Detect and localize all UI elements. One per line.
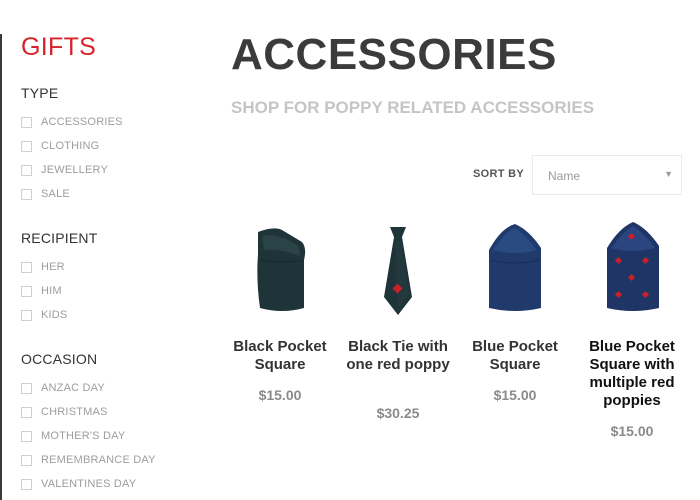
- filter-label: CHRISTMAS: [41, 406, 108, 418]
- checkbox[interactable]: [21, 406, 32, 418]
- sort-by-label: SORT BY: [473, 168, 524, 180]
- filter-label: REMEMBRANCE DAY: [41, 454, 156, 466]
- checkbox[interactable]: [21, 285, 32, 297]
- product-card-blue-poppy-pocket-square[interactable]: Blue Pocket Square with multiple red pop…: [577, 215, 687, 450]
- filter-option-accessories[interactable]: ACCESSORIES: [21, 115, 123, 129]
- filter-heading-type: TYPE: [21, 85, 59, 101]
- filter-label: MOTHER'S DAY: [41, 430, 126, 442]
- blue-poppy-pocket-square-image[interactable]: [599, 220, 665, 320]
- filter-option-clothing[interactable]: CLOTHING: [21, 139, 99, 153]
- left-edge-divider: [0, 34, 2, 500]
- filter-label: HIM: [41, 285, 62, 297]
- filter-option-sale[interactable]: SALE: [21, 187, 70, 201]
- checkbox[interactable]: [21, 430, 32, 442]
- product-name[interactable]: Black Tie with one red poppy: [343, 338, 453, 374]
- product-card-black-pocket-square[interactable]: Black Pocket Square $15.00: [225, 215, 335, 410]
- filter-label: VALENTINES DAY: [41, 478, 137, 490]
- checkbox[interactable]: [21, 116, 32, 128]
- checkbox[interactable]: [21, 164, 32, 176]
- filter-label: ACCESSORIES: [41, 116, 123, 128]
- page-subtitle: SHOP FOR POPPY RELATED ACCESSORIES: [231, 98, 595, 117]
- filter-option-kids[interactable]: KIDS: [21, 308, 67, 322]
- filter-label: ANZAC DAY: [41, 382, 105, 394]
- product-name[interactable]: Blue Pocket Square: [460, 338, 570, 374]
- filter-heading-occasion: OCCASION: [21, 351, 98, 367]
- checkbox[interactable]: [21, 454, 32, 466]
- product-price: $15.00: [493, 387, 537, 403]
- filter-label: HER: [41, 261, 65, 273]
- sidebar-title: GIFTS: [21, 33, 97, 61]
- filter-label: KIDS: [41, 309, 68, 321]
- sort-select[interactable]: Name ▼: [532, 155, 682, 195]
- black-tie-image[interactable]: [378, 225, 418, 317]
- filter-option-mothers-day[interactable]: MOTHER'S DAY: [21, 429, 125, 443]
- checkbox[interactable]: [21, 478, 32, 490]
- checkbox[interactable]: [21, 188, 32, 200]
- filter-option-jewellery[interactable]: JEWELLERY: [21, 163, 108, 177]
- filter-option-him[interactable]: HIM: [21, 284, 62, 298]
- filter-label: JEWELLERY: [41, 164, 109, 176]
- checkbox[interactable]: [21, 382, 32, 394]
- product-price: $15.00: [610, 423, 654, 439]
- product-price: $30.25: [376, 405, 420, 421]
- product-price: $15.00: [258, 387, 302, 403]
- filter-option-valentines-day[interactable]: VALENTINES DAY: [21, 477, 136, 491]
- filter-heading-recipient: RECIPIENT: [21, 230, 98, 246]
- checkbox[interactable]: [21, 261, 32, 273]
- product-card-black-tie[interactable]: Black Tie with one red poppy $30.25: [343, 215, 453, 430]
- filter-label: CLOTHING: [41, 140, 100, 152]
- black-pocket-square-image[interactable]: [252, 220, 312, 320]
- checkbox[interactable]: [21, 309, 32, 321]
- product-name[interactable]: Blue Pocket Square with multiple red pop…: [577, 338, 687, 410]
- blue-pocket-square-image[interactable]: [483, 220, 547, 320]
- chevron-down-icon: ▼: [664, 169, 673, 179]
- filter-option-remembrance-day[interactable]: REMEMBRANCE DAY: [21, 453, 156, 467]
- product-name[interactable]: Black Pocket Square: [225, 338, 335, 374]
- page-title: ACCESSORIES: [231, 30, 557, 79]
- checkbox[interactable]: [21, 140, 32, 152]
- filter-option-christmas[interactable]: CHRISTMAS: [21, 405, 108, 419]
- product-card-blue-pocket-square[interactable]: Blue Pocket Square $15.00: [460, 215, 570, 410]
- filter-option-anzac-day[interactable]: ANZAC DAY: [21, 381, 105, 395]
- filter-label: SALE: [41, 188, 70, 200]
- filter-option-her[interactable]: HER: [21, 260, 65, 274]
- sort-selected-value: Name: [548, 169, 581, 183]
